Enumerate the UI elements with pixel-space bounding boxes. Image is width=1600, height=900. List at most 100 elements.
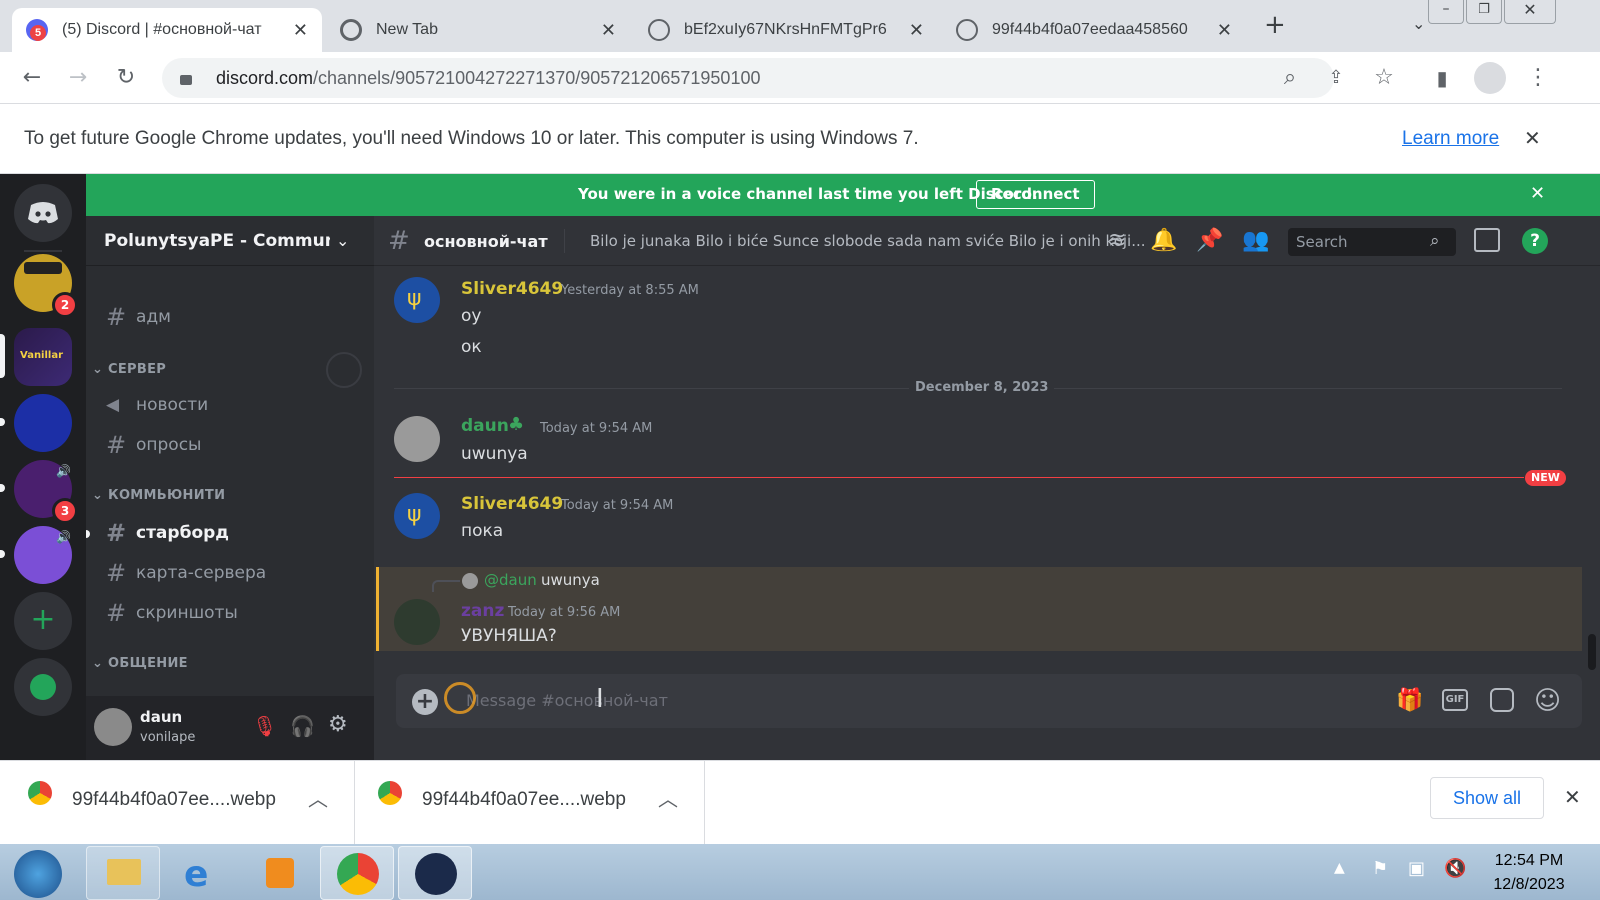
- chevron-up-icon[interactable]: ︿: [308, 783, 328, 812]
- tab-close-icon[interactable]: ✕: [1217, 20, 1232, 41]
- zoom-icon[interactable]: ⌕: [1276, 64, 1304, 92]
- banner-close-icon[interactable]: ✕: [1530, 183, 1545, 204]
- server-icon-5[interactable]: 🔊: [14, 526, 72, 584]
- side-panel-icon[interactable]: ▮: [1428, 64, 1456, 92]
- window-restore-icon[interactable]: ❐: [1466, 0, 1502, 24]
- reply-spine: [432, 580, 460, 592]
- media-player-icon[interactable]: [242, 846, 316, 900]
- emoji-icon[interactable]: ☺: [1534, 686, 1561, 716]
- volume-muted-icon[interactable]: 🔇: [1444, 858, 1466, 879]
- search-input[interactable]: Search ⌕: [1288, 228, 1456, 256]
- avatar[interactable]: ψ: [394, 493, 440, 539]
- download-item-2[interactable]: 99f44b4f0a07ee....webp: [422, 789, 626, 811]
- chat-scrollbar[interactable]: [1588, 634, 1596, 670]
- tab-close-icon[interactable]: ✕: [293, 20, 308, 41]
- app-taskbar-icon[interactable]: [398, 846, 472, 900]
- message-author[interactable]: Sliver4649: [461, 494, 563, 514]
- message-author[interactable]: Sliver4649: [461, 279, 563, 299]
- chrome-taskbar-icon[interactable]: [320, 846, 394, 900]
- tray-expand-icon[interactable]: ▲: [1334, 860, 1345, 876]
- action-center-flag-icon[interactable]: ⚑: [1372, 858, 1388, 879]
- clock-date[interactable]: 12/8/2023: [1486, 876, 1572, 894]
- download-item-1[interactable]: 99f44b4f0a07ee....webp: [72, 789, 276, 811]
- forward-arrow-icon[interactable]: →: [64, 64, 92, 92]
- bell-icon[interactable]: 🔔: [1150, 228, 1177, 253]
- threads-icon[interactable]: ≋: [1108, 228, 1126, 253]
- url-path: /channels/905721004272271370/90572120657…: [313, 67, 761, 88]
- explorer-taskbar-icon[interactable]: [86, 846, 160, 900]
- channel-news[interactable]: ◀ новости: [106, 388, 356, 422]
- server-icon-4[interactable]: 🔊 3: [14, 460, 78, 524]
- explore-compass-icon[interactable]: [14, 658, 72, 716]
- profile-avatar-icon[interactable]: [1474, 62, 1506, 94]
- tab-image-1[interactable]: bEf2xuIy67NKrsHnFMTgPr6 ✕: [634, 8, 938, 52]
- infobar-message: To get future Google Chrome updates, you…: [24, 128, 919, 149]
- reconnect-button[interactable]: Reconnect: [976, 180, 1095, 209]
- settings-gear-icon[interactable]: ⚙: [328, 712, 348, 737]
- gif-icon[interactable]: GIF: [1442, 689, 1468, 711]
- category-chat[interactable]: ⌄ ОБЩЕНИЕ: [92, 656, 188, 671]
- channel-polls[interactable]: # опросы: [106, 428, 356, 462]
- tab-search-chevron-icon[interactable]: ⌄: [1412, 14, 1425, 33]
- start-button-icon[interactable]: [14, 850, 62, 898]
- tab-new-tab[interactable]: New Tab ✕: [326, 8, 630, 52]
- address-bar[interactable]: discord.com/channels/905721004272271370/…: [162, 58, 1334, 98]
- internet-explorer-icon[interactable]: e: [164, 846, 238, 900]
- reply-mention[interactable]: @daun: [484, 571, 537, 589]
- tab-close-icon[interactable]: ✕: [909, 20, 924, 41]
- infobar-close-icon[interactable]: ✕: [1524, 126, 1541, 151]
- inbox-icon[interactable]: [1474, 228, 1500, 252]
- category-community[interactable]: ⌄ КОММЬЮНИТИ: [92, 488, 225, 503]
- discord-home-icon[interactable]: [14, 184, 72, 242]
- sticker-icon[interactable]: [1490, 688, 1514, 712]
- channel-server-map[interactable]: # карта-сервера: [106, 556, 356, 590]
- add-attachment-icon[interactable]: +: [412, 689, 438, 715]
- tab-discord[interactable]: 5 (5) Discord | #основной-чат ✕: [12, 8, 322, 52]
- help-icon[interactable]: ?: [1522, 228, 1548, 254]
- tab-close-icon[interactable]: ✕: [601, 20, 616, 41]
- bookmark-star-icon[interactable]: ☆: [1370, 64, 1398, 92]
- channel-screenshots[interactable]: # скриншоты: [106, 596, 356, 630]
- window-minimize-icon[interactable]: –: [1428, 0, 1464, 24]
- avatar[interactable]: [94, 708, 132, 746]
- message-composer[interactable]: + Message #основной-чат I 🎁 GIF ☺: [396, 674, 1582, 728]
- avatar[interactable]: [394, 416, 440, 462]
- gift-icon[interactable]: 🎁: [1396, 688, 1423, 713]
- pin-icon[interactable]: 📌: [1196, 228, 1223, 253]
- category-server[interactable]: ⌄ СЕРВЕР: [92, 362, 166, 377]
- chevron-up-icon[interactable]: ︿: [658, 783, 678, 812]
- avatar[interactable]: [394, 599, 440, 645]
- chevron-down-icon: ⌄: [92, 488, 109, 503]
- show-all-button[interactable]: Show all: [1430, 777, 1545, 819]
- unread-pill: [0, 550, 5, 558]
- members-icon[interactable]: 👥: [1242, 228, 1269, 253]
- message-author[interactable]: zanz: [461, 601, 504, 621]
- user-name: daun: [140, 708, 183, 726]
- channel-starboard[interactable]: # старборд: [106, 516, 356, 550]
- server-icon-1[interactable]: 2: [14, 254, 78, 318]
- menu-kebab-icon[interactable]: ⋮: [1524, 64, 1552, 92]
- channel-adm[interactable]: # адм: [106, 300, 356, 334]
- mic-muted-icon[interactable]: 🎙: [252, 714, 277, 738]
- add-server-icon[interactable]: +: [14, 592, 72, 650]
- new-tab-plus-icon[interactable]: +: [1264, 10, 1286, 40]
- server-icon-vanillar[interactable]: Vanillar: [14, 328, 72, 386]
- clock-time[interactable]: 12:54 PM: [1486, 852, 1572, 870]
- network-icon[interactable]: ▣: [1408, 858, 1425, 879]
- channel-label: старборд: [136, 523, 230, 543]
- reply-preview[interactable]: uwunya: [541, 571, 600, 589]
- reload-icon[interactable]: ↻: [112, 64, 140, 92]
- learn-more-link[interactable]: Learn more: [1402, 128, 1499, 150]
- new-messages-line: [394, 477, 1524, 478]
- share-icon[interactable]: ⇪: [1322, 64, 1350, 92]
- download-shelf-close-icon[interactable]: ✕: [1564, 785, 1581, 810]
- headphones-icon[interactable]: 🎧: [290, 714, 315, 738]
- user-status: vonilape: [140, 730, 196, 745]
- back-arrow-icon[interactable]: ←: [18, 64, 46, 92]
- server-icon-3[interactable]: [14, 394, 72, 452]
- tab-image-2[interactable]: 99f44b4f0a07eedaa458560 ✕: [942, 8, 1246, 52]
- window-close-icon[interactable]: ✕: [1504, 0, 1556, 24]
- server-header[interactable]: PolunytsyaPE - Community ⌄: [86, 216, 374, 266]
- avatar[interactable]: ψ: [394, 277, 440, 323]
- message-author[interactable]: daun: [461, 416, 509, 436]
